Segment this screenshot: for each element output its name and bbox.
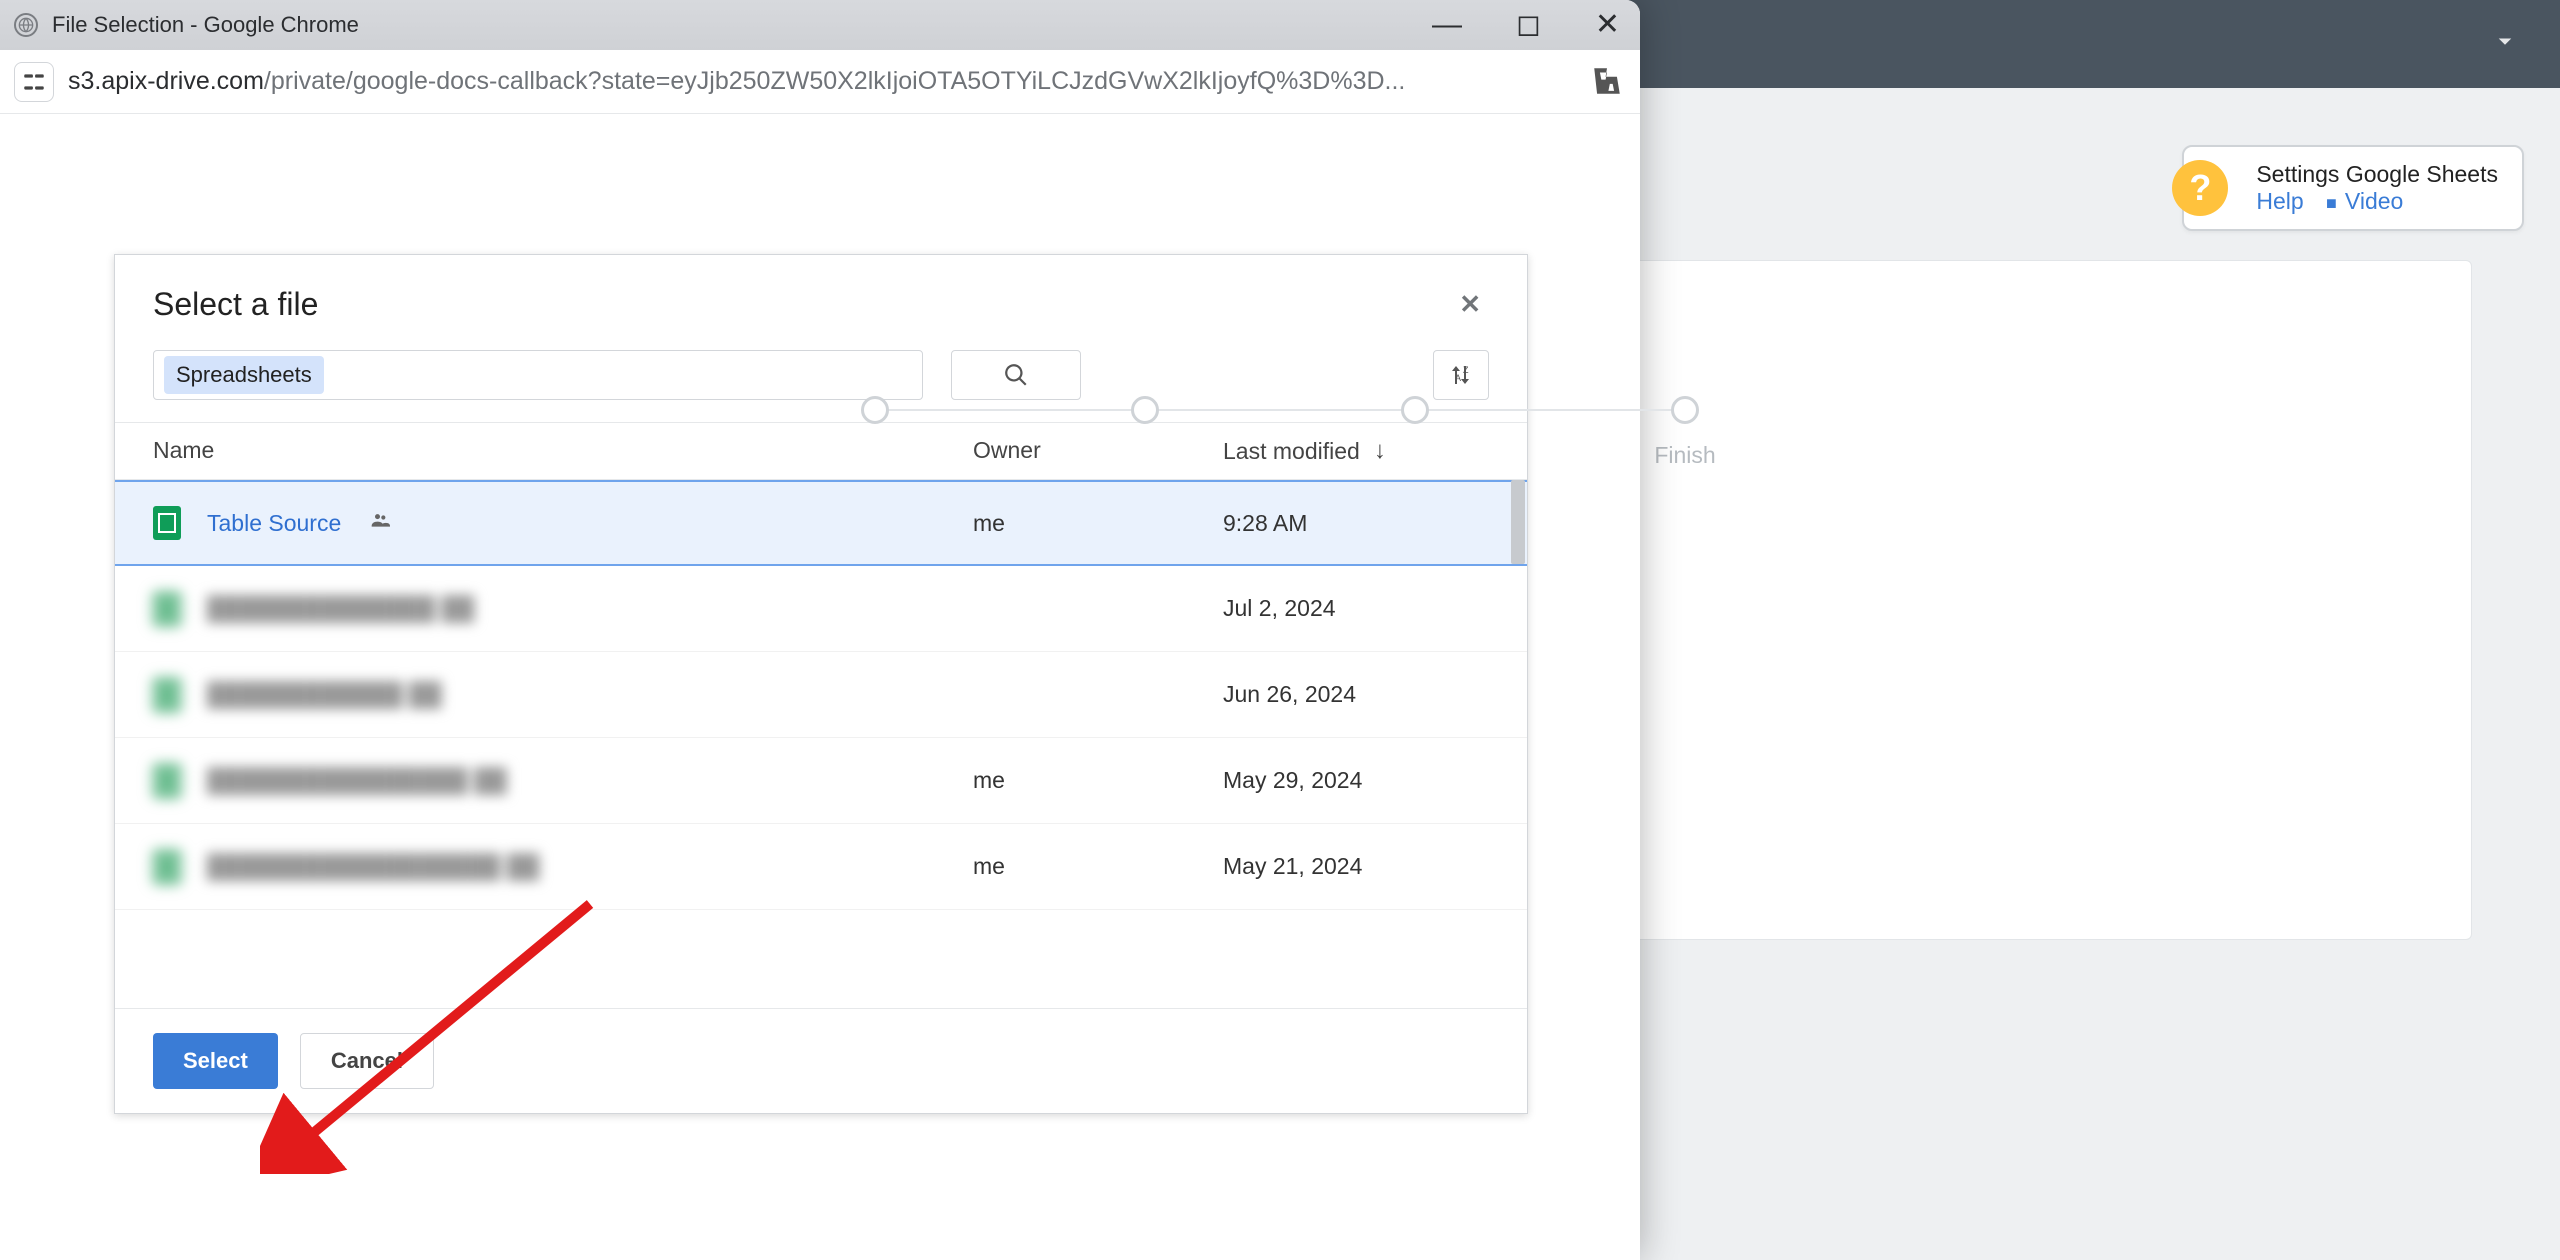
file-owner: me xyxy=(973,853,1223,880)
address-bar[interactable]: s3.apix-drive.com/private/google-docs-ca… xyxy=(0,50,1640,114)
file-owner: me xyxy=(973,510,1223,537)
help-icon[interactable]: ? xyxy=(2172,160,2228,216)
close-window-button[interactable]: ✕ xyxy=(1595,10,1620,40)
chrome-content: Select a file ✕ Spreadsheets AZ Name Own… xyxy=(0,114,1640,1260)
translate-icon[interactable] xyxy=(1590,64,1626,100)
minimize-button[interactable]: — xyxy=(1432,10,1462,40)
google-sheets-icon xyxy=(153,678,181,712)
file-name: Table Source xyxy=(207,510,341,537)
sort-icon[interactable]: AZ xyxy=(1433,350,1489,400)
file-row[interactable]: ██████████████ ██ Jul 2, 2024 xyxy=(115,566,1527,652)
cancel-button[interactable]: Cancel xyxy=(300,1033,434,1089)
file-name: ████████████████ ██ xyxy=(207,767,507,794)
file-modified: 9:28 AM xyxy=(1223,510,1489,537)
file-name: ██████████████████ ██ xyxy=(207,853,539,880)
help-link[interactable]: Help xyxy=(2256,188,2303,214)
google-sheets-icon xyxy=(153,850,181,884)
filter-chip-spreadsheets[interactable]: Spreadsheets xyxy=(164,356,324,394)
help-title: Settings Google Sheets xyxy=(2256,161,2498,188)
video-icon xyxy=(2310,188,2345,214)
window-titlebar[interactable]: File Selection - Google Chrome — ◻ ✕ xyxy=(0,0,1640,50)
svg-text:Z: Z xyxy=(1463,365,1469,375)
window-controls: — ◻ ✕ xyxy=(1432,10,1620,40)
picker-footer: Select Cancel xyxy=(115,1008,1527,1113)
picker-search-input[interactable]: Spreadsheets xyxy=(153,350,923,400)
file-name: ████████████ ██ xyxy=(207,681,442,708)
file-owner: me xyxy=(973,767,1223,794)
video-link[interactable]: Video xyxy=(2345,188,2403,214)
site-info-icon[interactable] xyxy=(14,62,54,102)
column-header-owner[interactable]: Owner xyxy=(973,437,1223,465)
picker-title: Select a file xyxy=(153,286,318,323)
chevron-down-icon[interactable] xyxy=(2490,26,2520,62)
select-button[interactable]: Select xyxy=(153,1033,278,1089)
column-header-name[interactable]: Name xyxy=(153,437,973,465)
google-sheets-icon xyxy=(153,764,181,798)
search-icon[interactable] xyxy=(951,350,1081,400)
svg-text:A: A xyxy=(1455,373,1461,383)
shared-icon xyxy=(367,510,393,536)
maximize-button[interactable]: ◻ xyxy=(1516,10,1541,40)
picker-file-list[interactable]: Table Source me 9:28 AM ██████████████ █… xyxy=(115,480,1527,1008)
google-sheets-icon xyxy=(153,506,181,540)
help-settings-pill: ? Settings Google Sheets Help Video xyxy=(2182,145,2524,231)
picker-column-headers: Name Owner Last modified ↓ xyxy=(115,422,1527,480)
file-modified: May 21, 2024 xyxy=(1223,853,1489,880)
window-title: File Selection - Google Chrome xyxy=(52,12,1418,38)
sort-down-icon: ↓ xyxy=(1374,437,1386,465)
url-text[interactable]: s3.apix-drive.com/private/google-docs-ca… xyxy=(68,67,1576,96)
file-name: ██████████████ ██ xyxy=(207,595,474,622)
file-row[interactable]: ████████████ ██ Jun 26, 2024 xyxy=(115,652,1527,738)
chrome-popup-window: File Selection - Google Chrome — ◻ ✕ s3.… xyxy=(0,0,1640,1260)
column-header-modified[interactable]: Last modified ↓ xyxy=(1223,437,1489,465)
scrollbar-thumb[interactable] xyxy=(1511,480,1525,564)
file-row[interactable]: ██████████████████ ██ me May 21, 2024 xyxy=(115,824,1527,910)
google-sheets-icon xyxy=(153,592,181,626)
file-modified: Jun 26, 2024 xyxy=(1223,681,1489,708)
file-modified: Jul 2, 2024 xyxy=(1223,595,1489,622)
globe-icon xyxy=(14,13,38,37)
file-row[interactable]: ████████████████ ██ me May 29, 2024 xyxy=(115,738,1527,824)
file-picker-dialog: Select a file ✕ Spreadsheets AZ Name Own… xyxy=(114,254,1528,1114)
help-links: Help Video xyxy=(2256,188,2498,215)
close-icon[interactable]: ✕ xyxy=(1451,283,1489,326)
file-modified: May 29, 2024 xyxy=(1223,767,1489,794)
file-row[interactable]: Table Source me 9:28 AM xyxy=(115,480,1527,566)
